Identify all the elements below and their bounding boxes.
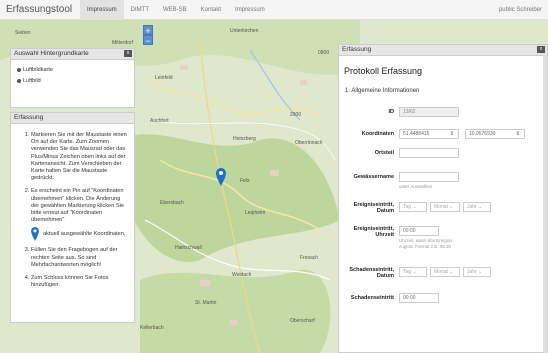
panel-title: Erfassung [14, 114, 44, 121]
user-link[interactable]: public Schreiber [499, 7, 542, 13]
help-step: Markieren Sie mit der Maustaste einen Or… [31, 132, 128, 182]
panel-title: Erfassung [342, 46, 372, 53]
brand-logo[interactable]: Erfassungstool [6, 4, 72, 15]
gewaesser-label: Gewässername [353, 174, 394, 180]
map-label: 2900 [290, 112, 302, 118]
map-label: Kellerbach [140, 325, 164, 331]
map-label: Leipheim [245, 210, 266, 216]
id-label: ID [388, 109, 395, 115]
form-scrollbar[interactable] [543, 55, 547, 353]
select-value: Tag [403, 204, 412, 210]
select-value: Jahr [467, 269, 477, 275]
ortsteil-label: Ortsteil [374, 150, 394, 156]
panel-title: Auswahl Hintergrundkarte [14, 50, 89, 57]
pin-legend: aktuell ausgewählte Koordinaten. [31, 227, 128, 242]
gewaesser-input[interactable] [399, 172, 459, 182]
select-value: Monat [434, 204, 448, 210]
map-label: Auchfort [150, 118, 169, 124]
help-step: Zum Schluss können Sie Fotos hinzufügen. [31, 275, 128, 289]
nav-item-1[interactable]: Impressum [80, 0, 124, 20]
map-label: Hainschwall [175, 245, 202, 251]
form-panel: Erfassung x Protokoll Erfassung 1. Allge… [338, 44, 548, 353]
latitude-value: 51.4488415 [403, 131, 430, 137]
ereignis-tag-select[interactable]: Tag ⌄ [399, 202, 427, 212]
schaden-tag-select[interactable]: Tag ⌄ [399, 267, 427, 277]
help-body: Markieren Sie mit der Maustaste einen Or… [11, 124, 134, 289]
form-title: Protokoll Erfassung [344, 66, 423, 76]
top-navbar: Erfassungstool Impressum DIMTT WEB-SB Ko… [0, 0, 548, 20]
help-header: Erfassung [11, 113, 134, 124]
pin-legend-text: aktuell ausgewählte Koordinaten. [43, 230, 126, 237]
coordinates-label: Koordinaten [361, 131, 394, 137]
schaden-monat-select[interactable]: Monat ⌄ [430, 267, 460, 277]
schaden-datum-label: Schadenseintritt, Datum [349, 267, 394, 279]
background-map-panel: Auswahl Hintergrundkarte x Luftbildkarte… [10, 48, 135, 108]
zoom-out-button[interactable]: − [143, 35, 153, 46]
latitude-input[interactable]: 51.4488415 ⇕ [399, 129, 459, 139]
help-step-text: Es erscheint ein Pin auf "Koordinaten üb… [31, 188, 124, 224]
ereignis-uhrzeit-hint: Uhrzeit, wann das Ereignis zugtrat. Form… [399, 238, 453, 249]
stepper-icon[interactable]: ⇕ [450, 130, 454, 138]
map-label: Fresach [300, 255, 319, 261]
map-label: Mitterdorf [112, 40, 134, 46]
background-map-header: Auswahl Hintergrundkarte x [11, 49, 134, 60]
longitude-value: 10.9576930 [469, 131, 496, 137]
ereignis-uhrzeit-input[interactable] [399, 226, 439, 236]
select-value: Monat [434, 269, 448, 275]
nav-menu: Impressum DIMTT WEB-SB Kontakt Impressum [80, 0, 272, 20]
ereignis-monat-select[interactable]: Monat ⌄ [430, 202, 460, 212]
form-header: Erfassung x [339, 45, 547, 56]
schaden-uhrzeit-label: Schadenseintritt [350, 295, 394, 301]
help-step: Es erscheint ein Pin auf "Koordinaten üb… [31, 188, 128, 242]
map-label: Unterkirchen [230, 28, 259, 34]
map-label: 0800 [318, 50, 330, 56]
ereignis-uhrzeit-label: Ereigniseintritt, Uhrzeit [353, 226, 394, 238]
select-value: Jahr [467, 204, 477, 210]
radio-icon [17, 67, 21, 72]
radio-icon [17, 78, 21, 83]
select-value: Tag [403, 269, 412, 275]
nav-item-5[interactable]: Impressum [228, 0, 272, 20]
zoom-control: + − [143, 25, 153, 46]
radio-luftbildkarte[interactable]: Luftbildkarte [11, 60, 134, 73]
pin-icon [31, 227, 39, 242]
help-panel: Erfassung Markieren Sie mit der Maustast… [10, 112, 135, 323]
map-pin-icon[interactable] [216, 168, 226, 186]
nav-item-3[interactable]: WEB-SB [156, 0, 194, 20]
close-icon[interactable]: x [537, 46, 545, 53]
map-label: Sieben [15, 30, 31, 36]
radio-label: Luftbild [23, 78, 41, 84]
ortsteil-input[interactable] [399, 148, 459, 158]
id-field: 13/62 [399, 107, 459, 117]
map-label: Fels [240, 178, 250, 184]
section-heading: 1. Allgemeine Informationen [345, 88, 420, 94]
ereignis-jahr-select[interactable]: Jahr ⌄ [463, 202, 491, 212]
nav-item-2[interactable]: DIMTT [124, 0, 156, 20]
radio-label: Luftbildkarte [23, 67, 53, 73]
schaden-uhrzeit-input[interactable] [399, 293, 439, 303]
stepper-icon[interactable]: ⇕ [516, 130, 520, 138]
map-label: Oberscharf [290, 318, 315, 324]
zoom-in-button[interactable]: + [143, 25, 153, 36]
nav-item-4[interactable]: Kontakt [194, 0, 228, 20]
longitude-input[interactable]: 10.9576930 ⇕ [465, 129, 525, 139]
close-icon[interactable]: x [124, 50, 132, 57]
map-label: Ebersbach [160, 200, 184, 206]
map-label: Weidach [232, 272, 252, 278]
help-step: Füllen Sie den Fragebogen auf der rechte… [31, 247, 128, 269]
map-label: Heinzberg [233, 136, 256, 142]
ereignis-datum-label: Ereigniseintritt, Datum [353, 202, 394, 214]
map-label: St. Martin [195, 300, 217, 306]
gewaesser-hint: unter Auswählen [399, 184, 433, 189]
map-label: Oberrinnach [295, 140, 323, 146]
schaden-jahr-select[interactable]: Jahr ⌄ [463, 267, 491, 277]
map-label: Leinfeld [155, 75, 173, 81]
